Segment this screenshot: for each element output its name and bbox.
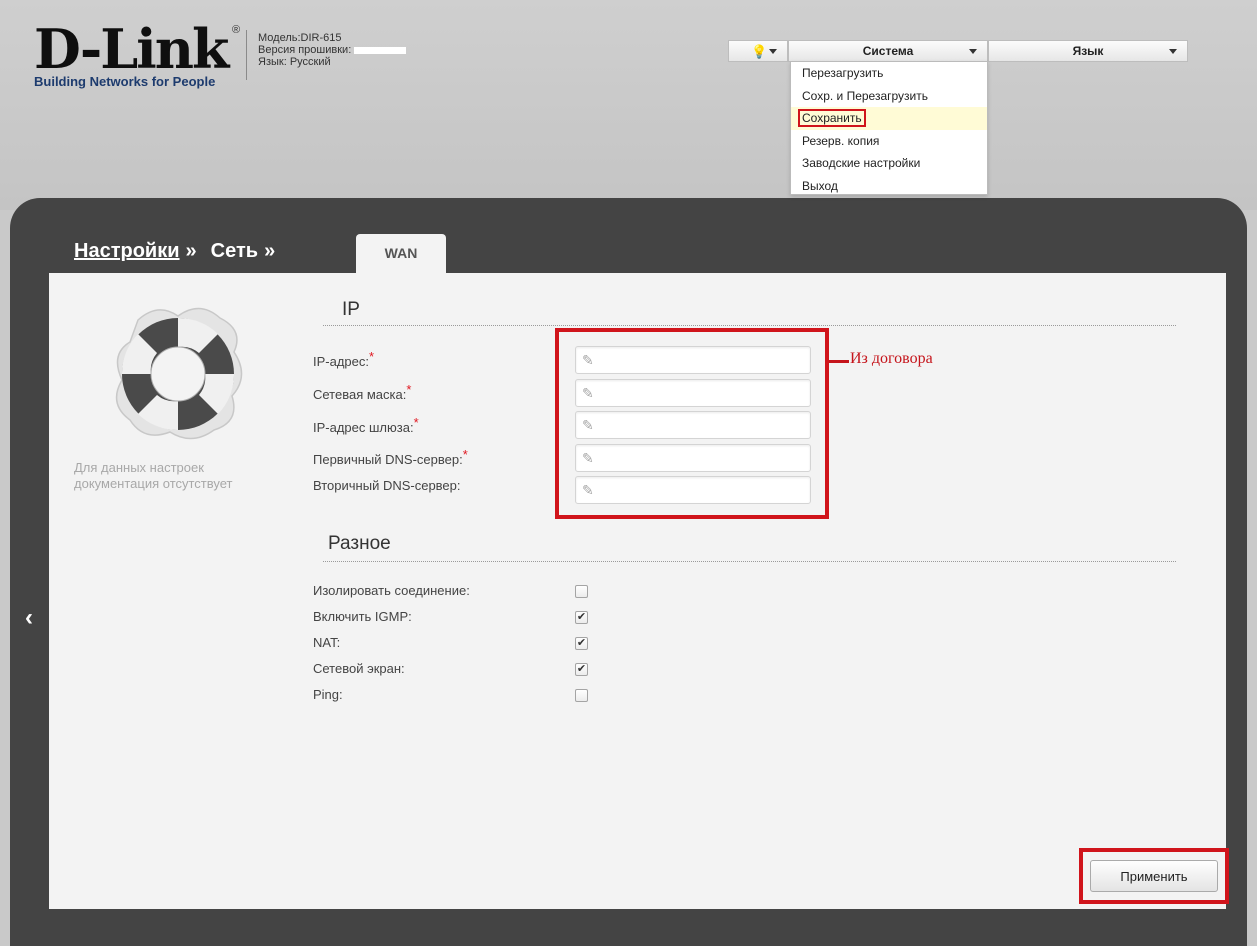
system-menu-label: Система xyxy=(862,44,914,58)
isolate-connection-label: Изолировать соединение: xyxy=(313,583,470,598)
tab-wan[interactable]: WAN xyxy=(356,234,446,274)
menu-item-factory-reset[interactable]: Заводские настройки xyxy=(791,152,987,175)
registered-mark: ® xyxy=(232,24,241,36)
chevron-down-icon xyxy=(769,49,777,54)
ip-section-divider xyxy=(323,325,1176,326)
language-menu-button[interactable]: Язык xyxy=(988,40,1188,62)
nat-label: NAT: xyxy=(313,635,341,650)
ping-checkbox[interactable] xyxy=(575,689,588,702)
gateway-label-text: IP-адрес шлюза: xyxy=(313,420,414,435)
breadcrumb-separator: » xyxy=(185,240,197,262)
misc-section-title: Разное xyxy=(328,533,391,554)
required-mark: * xyxy=(462,447,468,462)
required-mark: * xyxy=(369,349,375,364)
ip-fields-highlight xyxy=(555,328,829,519)
breadcrumb-network[interactable]: Сеть xyxy=(211,240,258,262)
ip-address-label: IP-адрес:* xyxy=(313,349,374,369)
primary-dns-label: Первичный DNS-сервер:* xyxy=(313,447,468,467)
dlink-logo: D-Link ® Building Networks for People xyxy=(34,17,240,89)
ip-address-label-text: IP-адрес: xyxy=(313,354,369,369)
lightbulb-icon: 💡 xyxy=(751,44,768,59)
enable-igmp-label: Включить IGMP: xyxy=(313,609,412,624)
gateway-label: IP-адрес шлюза:* xyxy=(313,415,419,435)
menu-item-save-label: Сохранить xyxy=(798,109,866,127)
lifebuoy-icon xyxy=(115,307,243,440)
ip-section-title: IP xyxy=(342,299,360,320)
no-doc-line2: документация отсутствует xyxy=(74,476,233,491)
system-menu-button[interactable]: Система xyxy=(788,40,988,62)
required-mark: * xyxy=(406,382,412,397)
menu-item-save-reboot[interactable]: Сохр. и Перезагрузить xyxy=(791,85,987,108)
misc-section-divider xyxy=(323,561,1176,562)
firewall-label: Сетевой экран: xyxy=(313,661,405,676)
no-doc-line1: Для данных настроек xyxy=(74,460,204,475)
secondary-dns-label: Вторичный DNS-сервер: xyxy=(313,478,461,493)
breadcrumb: Настройки» Сеть» xyxy=(74,240,289,263)
subnet-mask-label: Сетевая маска:* xyxy=(313,382,411,402)
menu-item-backup[interactable]: Резерв. копия xyxy=(791,130,987,153)
firmware-redacted xyxy=(354,46,407,54)
model-text: Модель:DIR-615 xyxy=(258,32,342,44)
ping-label: Ping: xyxy=(313,687,343,702)
enable-igmp-checkbox[interactable]: ✔ xyxy=(575,611,588,624)
device-info: Модель:DIR-615 Версия прошивки: Язык: Ру… xyxy=(258,32,407,68)
menu-item-logout[interactable]: Выход xyxy=(791,175,987,198)
system-dropdown-menu: Перезагрузить Сохр. и Перезагрузить Сохр… xyxy=(790,61,988,195)
firewall-checkbox[interactable]: ✔ xyxy=(575,663,588,676)
logo-text: D-Link xyxy=(34,17,229,81)
logo-tagline: Building Networks for People xyxy=(34,74,216,89)
no-documentation-text: Для данных настроек документация отсутст… xyxy=(74,460,233,492)
firmware-line: Версия прошивки: xyxy=(258,44,407,56)
primary-dns-label-text: Первичный DNS-сервер: xyxy=(313,452,463,467)
help-button[interactable]: 💡 xyxy=(728,40,788,62)
isolate-connection-checkbox[interactable] xyxy=(575,585,588,598)
annotation-from-contract: Из договора xyxy=(850,350,933,367)
breadcrumb-settings[interactable]: Настройки xyxy=(74,240,180,262)
language-info: Язык: Русский xyxy=(258,56,331,68)
required-mark: * xyxy=(413,415,419,430)
annotation-connector xyxy=(829,360,849,363)
language-menu-label: Язык xyxy=(1072,44,1104,58)
subnet-mask-label-text: Сетевая маска: xyxy=(313,387,407,402)
back-arrow-icon[interactable]: ‹ xyxy=(25,604,33,632)
top-bar: D-Link ® Building Networks for People Мо… xyxy=(0,0,1257,210)
firmware-label: Версия прошивки: xyxy=(258,44,352,56)
nat-checkbox[interactable]: ✔ xyxy=(575,637,588,650)
chevron-down-icon xyxy=(1169,49,1177,54)
menu-item-reboot[interactable]: Перезагрузить xyxy=(791,62,987,85)
apply-button[interactable]: Применить xyxy=(1090,860,1218,892)
menu-item-save[interactable]: Сохранить xyxy=(791,107,987,130)
breadcrumb-separator: » xyxy=(264,240,276,262)
chevron-down-icon xyxy=(969,49,977,54)
logo-divider xyxy=(246,30,247,80)
